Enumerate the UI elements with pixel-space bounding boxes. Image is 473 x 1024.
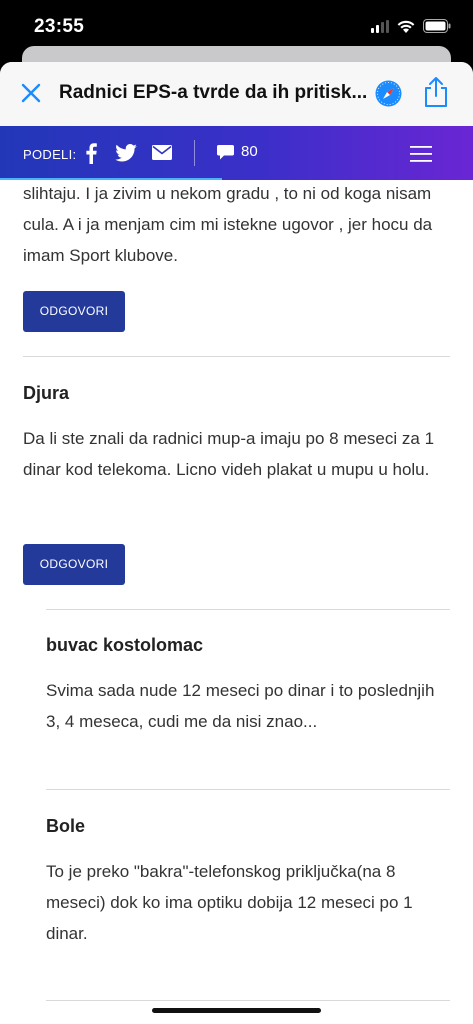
comment-author: Djura [23,383,70,403]
comments-section: slihtaju. I ja zivim u nekom gradu , to … [0,180,473,1024]
reply-body: Svima sada nude 12 meseci po dinar i to … [46,675,450,737]
mail-icon[interactable] [152,145,172,160]
share-label: PODELI: [23,147,77,162]
share-bar: PODELI: 80 [0,126,473,180]
facebook-icon[interactable] [84,142,98,164]
comment-count[interactable]: 80 [241,143,258,160]
comment-actions: ODGOVORI [23,544,450,585]
comment-item: Djura [23,383,450,404]
comment-divider [46,609,450,610]
comment-item: slihtaju. I ja zivim u nekom gradu , to … [23,180,450,271]
browser-sheet: Radnici EPS-a tvrde da ih pritisk... POD… [0,62,473,1024]
status-time: 23:55 [34,16,85,37]
comment-author: Bole [46,816,86,836]
comment-divider [46,789,450,790]
page-title: Radnici EPS-a tvrde da ih pritisk... [59,82,368,103]
close-button[interactable] [18,80,44,106]
status-bar: 23:55 [0,0,473,52]
comment-body: Da li ste znali da radnici mup-a imaju p… [23,423,450,485]
share-button[interactable] [422,76,450,108]
battery-icon [423,19,451,33]
comment-text: Svima sada nude 12 meseci po dinar i to … [46,681,435,731]
reply-item: buvac kostolomac [46,635,450,656]
reply-button[interactable]: ODGOVORI [23,291,125,332]
open-in-safari-button[interactable] [374,79,403,108]
reply-item: Bole [46,816,450,837]
comment-actions: ODGOVORI [23,291,450,332]
close-icon [21,83,41,103]
share-divider [194,140,195,166]
comment-icon[interactable] [217,145,234,160]
home-indicator[interactable] [152,1008,321,1013]
cellular-signal-icon [371,19,389,33]
hamburger-menu-icon[interactable] [410,146,432,162]
reply-body: To je preko "bakra"-telefonskog priključ… [46,856,450,949]
share-icon [425,77,447,107]
comment-text: To je preko "bakra"-telefonskog priključ… [46,862,413,943]
reply-button[interactable]: ODGOVORI [23,544,125,585]
comment-divider [23,356,450,357]
status-icons [371,19,451,33]
twitter-icon[interactable] [115,144,137,162]
wifi-icon [397,20,415,33]
comment-text: Da li ste znali da radnici mup-a imaju p… [23,429,435,479]
nav-bar: Radnici EPS-a tvrde da ih pritisk... [0,62,473,126]
comment-divider [46,1000,450,1001]
compass-icon [375,80,402,107]
comment-author: buvac kostolomac [46,635,204,655]
comment-text: slihtaju. I ja zivim u nekom gradu , to … [23,184,433,265]
